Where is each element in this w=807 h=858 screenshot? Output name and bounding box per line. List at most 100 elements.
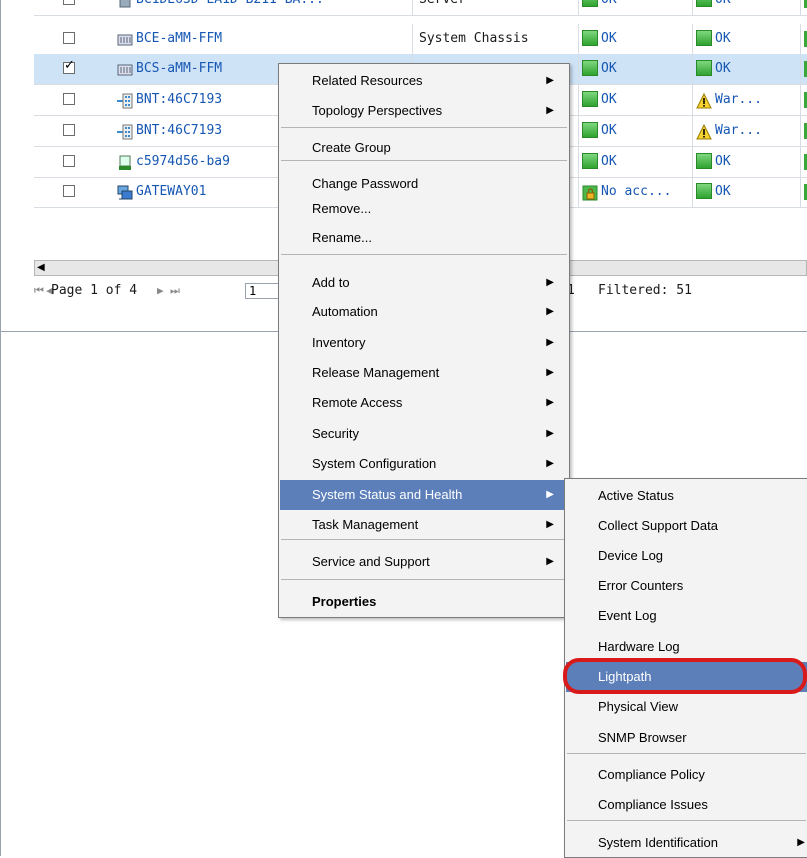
column-divider <box>800 24 801 54</box>
column-divider <box>578 116 579 146</box>
menu-separator <box>567 820 806 821</box>
status-text: OK <box>715 154 731 169</box>
submenu-item-compliance-policy[interactable]: Compliance Policy <box>566 760 807 790</box>
submenu-arrow-icon: ▶ <box>546 556 554 567</box>
menu-item-create-group[interactable]: Create Group <box>280 133 568 163</box>
next-page-icon[interactable]: ▶ <box>157 276 164 306</box>
row-checkbox[interactable] <box>63 58 75 74</box>
switch-icon <box>117 122 133 139</box>
resource-name-link[interactable]: BCE-aMM-FFM <box>117 24 417 54</box>
submenu-item-error-counters[interactable]: Error Counters <box>566 571 807 601</box>
row-checkbox[interactable] <box>63 0 75 5</box>
last-page-icon[interactable]: ⏭ <box>170 276 180 306</box>
menu-item-label: Create Group <box>312 140 391 155</box>
access-status[interactable]: OK <box>582 0 692 15</box>
access-status[interactable]: OK <box>582 147 692 177</box>
access-status[interactable]: OK <box>582 54 692 84</box>
problem-status[interactable]: OK <box>696 147 806 177</box>
status-text: OK <box>601 154 617 169</box>
menu-item-service-and-support[interactable]: Service and Support ▶ <box>280 547 568 577</box>
menu-item-label: Compliance Issues <box>598 797 708 812</box>
menu-item-label: Hardware Log <box>598 639 680 654</box>
problem-status[interactable]: War... <box>696 116 806 146</box>
menu-item-topology-perspectives[interactable]: Topology Perspectives ▶ <box>280 96 568 126</box>
problem-status[interactable]: War... <box>696 85 806 115</box>
submenu-arrow-icon: ▶ <box>546 105 554 116</box>
menu-item-system-status-and-health[interactable]: System Status and Health ▶ <box>280 480 568 510</box>
row-checkbox[interactable] <box>63 124 75 136</box>
access-status[interactable]: No acc... <box>582 177 692 207</box>
switch-icon <box>117 91 133 108</box>
access-status[interactable]: OK <box>582 85 692 115</box>
menu-item-remote-access[interactable]: Remote Access ▶ <box>280 388 568 418</box>
menu-item-label: Topology Perspectives <box>312 103 443 118</box>
submenu-arrow-icon: ▶ <box>546 489 554 500</box>
submenu-item-device-log[interactable]: Device Log <box>566 541 807 571</box>
scroll-left-arrow-icon[interactable]: ◀ <box>37 262 45 273</box>
access-status[interactable]: OK <box>582 116 692 146</box>
row-checkbox[interactable] <box>63 93 75 105</box>
row-checkbox[interactable] <box>63 155 75 167</box>
ok-status-icon <box>696 0 712 7</box>
ok-status-icon <box>696 59 712 76</box>
menu-item-related-resources[interactable]: Related Resources ▶ <box>280 66 568 96</box>
no-access-lock-icon <box>582 183 598 200</box>
menu-item-remove[interactable]: Remove... <box>280 194 568 224</box>
context-menu: Related Resources ▶ Topology Perspectives ▶… <box>278 63 570 618</box>
submenu-arrow-icon: ▶ <box>546 75 554 86</box>
submenu-item-system-identification[interactable]: System Identification ▶ <box>566 828 807 858</box>
menu-item-add-to[interactable]: Add to ▶ <box>280 268 568 298</box>
row-checkbox[interactable] <box>63 32 75 44</box>
submenu-item-event-log[interactable]: Event Log <box>566 601 807 631</box>
submenu-item-physical-view[interactable]: Physical View <box>566 692 807 722</box>
menu-separator <box>281 254 567 255</box>
submenu-item-active-status[interactable]: Active Status <box>566 481 807 511</box>
column-divider <box>800 116 801 146</box>
submenu-item-snmp-browser[interactable]: SNMP Browser <box>566 723 807 753</box>
submenu-arrow-icon: ▶ <box>546 367 554 378</box>
column-divider <box>692 116 693 146</box>
table-row[interactable]: BC1DE63D-EA1D-B211-BA... Server OK OK <box>34 0 807 16</box>
resource-type: Server <box>412 0 564 15</box>
problem-status[interactable]: OK <box>696 177 806 207</box>
problem-status[interactable]: OK <box>696 0 806 15</box>
menu-item-label: Change Password <box>312 176 419 191</box>
menu-item-automation[interactable]: Automation ▶ <box>280 297 568 327</box>
column-divider <box>692 0 693 15</box>
access-status[interactable]: OK <box>582 24 692 54</box>
menu-item-rename[interactable]: Rename... <box>280 223 568 253</box>
menu-item-inventory[interactable]: Inventory ▶ <box>280 328 568 358</box>
status-text: OK <box>601 0 617 7</box>
submenu-item-collect-support-data[interactable]: Collect Support Data <box>566 511 807 541</box>
submenu-arrow-icon: ▶ <box>797 837 805 848</box>
column-divider <box>800 147 801 177</box>
chassis-icon <box>117 30 133 46</box>
ok-status-icon <box>696 152 712 169</box>
first-page-icon[interactable]: ⏮ <box>34 276 44 306</box>
menu-item-release-management[interactable]: Release Management ▶ <box>280 358 568 388</box>
menu-item-label: System Status and Health <box>312 487 463 502</box>
menu-item-label: Inventory <box>312 335 366 350</box>
problem-status[interactable]: OK <box>696 54 806 84</box>
problem-status[interactable]: OK <box>696 24 806 54</box>
page-indicator: Page 1 of 4 <box>51 283 138 298</box>
menu-item-system-configuration[interactable]: System Configuration ▶ <box>280 449 568 479</box>
menu-item-label: Related Resources <box>312 73 423 88</box>
filtered-count: Filtered: 51 <box>598 283 692 298</box>
submenu-item-compliance-issues[interactable]: Compliance Issues <box>566 790 807 820</box>
chassis-icon <box>117 60 133 76</box>
resource-name-text: BCS-aMM-FFM <box>136 61 223 76</box>
ok-status-icon <box>582 121 598 138</box>
menu-item-label: Device Log <box>598 548 664 563</box>
menu-item-task-management[interactable]: Task Management ▶ <box>280 510 568 540</box>
table-row[interactable]: BCE-aMM-FFM System Chassis OK OK <box>34 24 807 55</box>
menu-item-security[interactable]: Security ▶ <box>280 419 568 449</box>
ok-status-icon <box>582 0 598 7</box>
menu-item-label: Service and Support <box>312 554 430 569</box>
column-divider <box>692 177 693 207</box>
menu-item-properties[interactable]: Properties <box>280 587 568 617</box>
column-divider <box>578 54 579 84</box>
row-checkbox[interactable] <box>63 185 75 197</box>
resource-name-link[interactable]: BC1DE63D-EA1D-B211-BA... <box>117 0 417 15</box>
column-divider <box>578 147 579 177</box>
